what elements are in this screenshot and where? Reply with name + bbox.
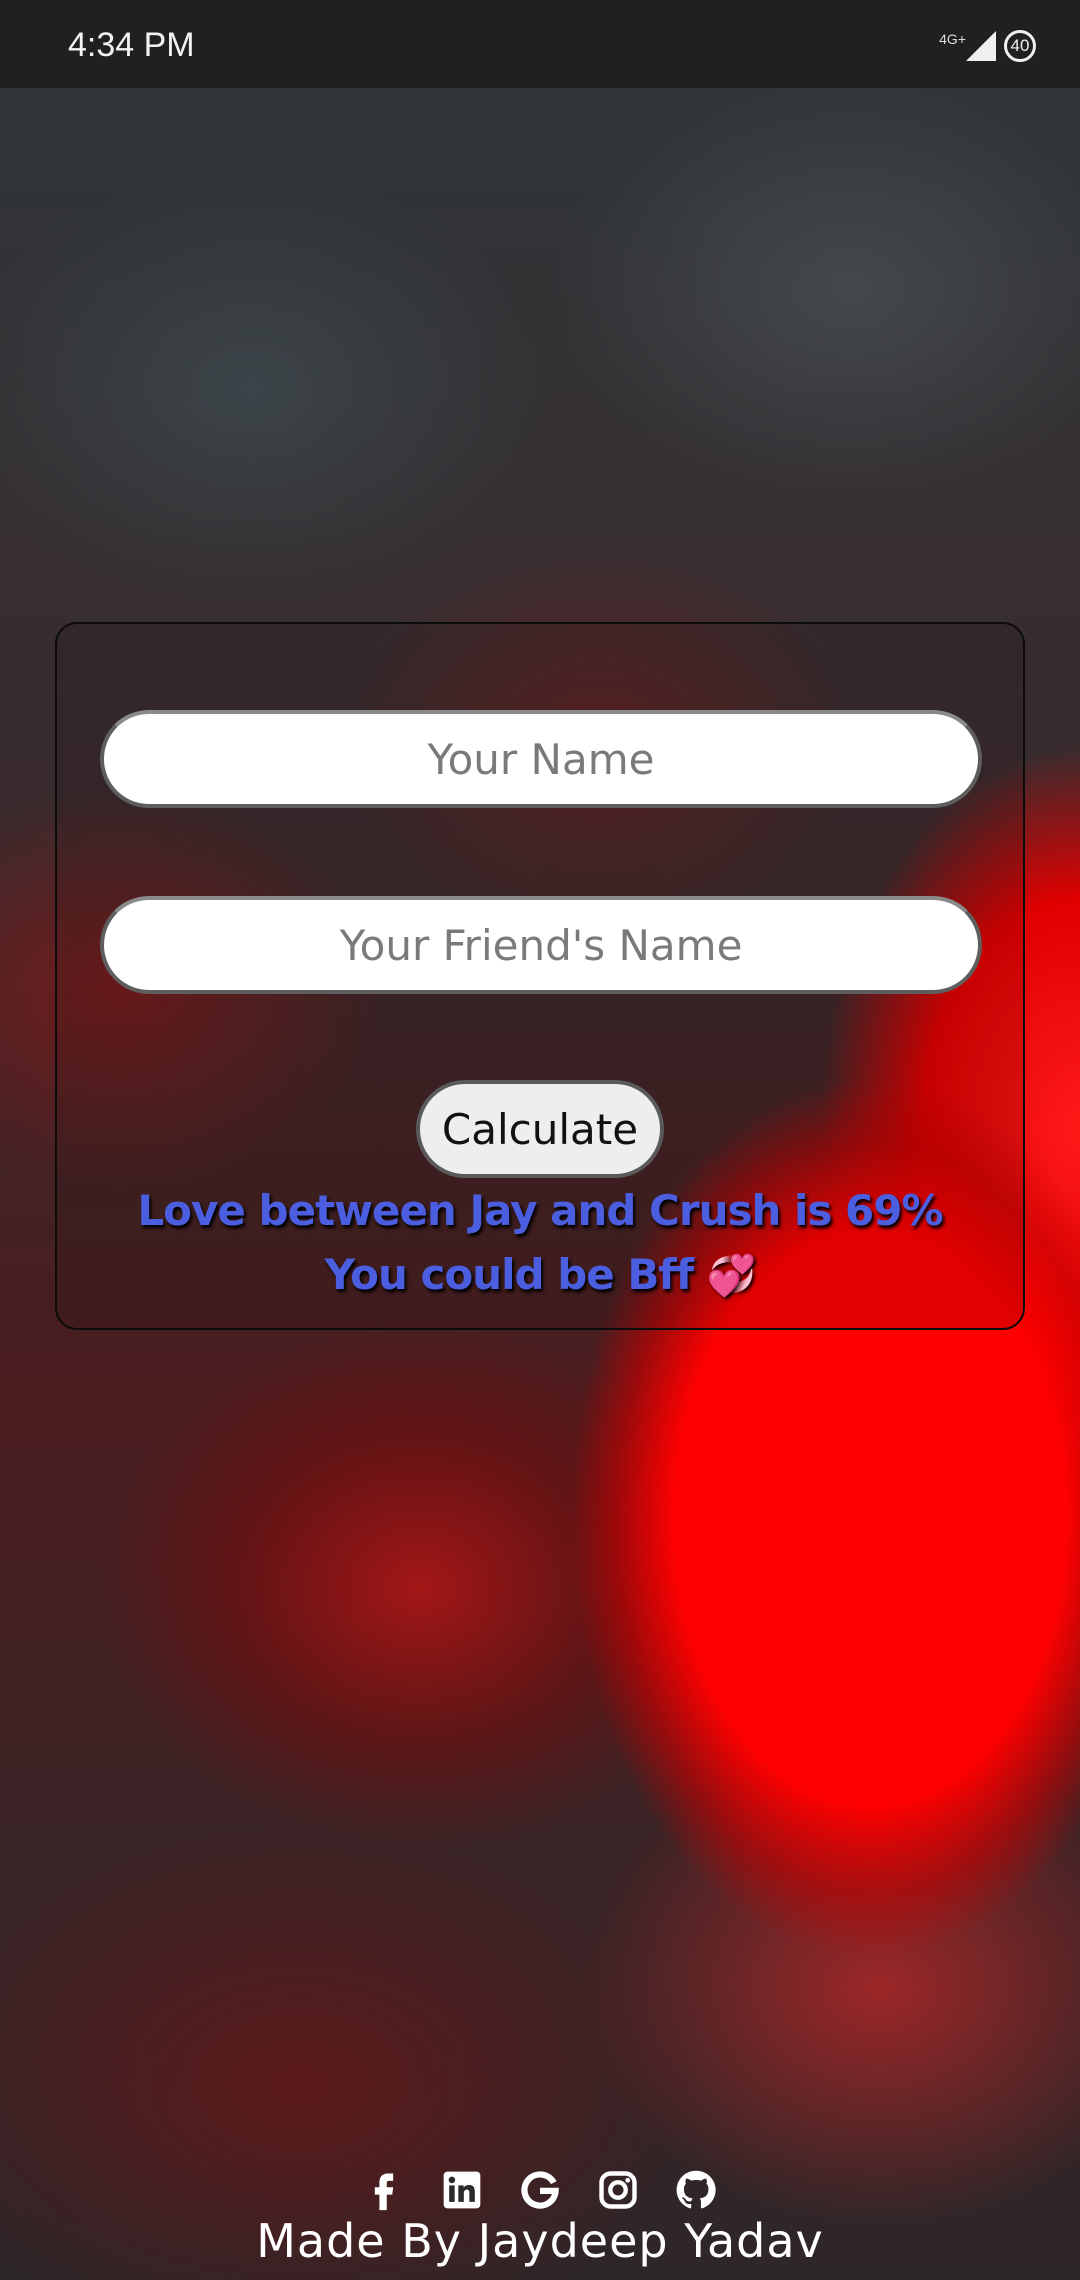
footer-credit: Made By Jaydeep Yadav <box>256 2214 824 2268</box>
facebook-icon[interactable] <box>362 2168 406 2212</box>
battery-icon: 40 <box>1004 30 1036 62</box>
result-verdict-text: You could be Bff <box>324 1250 694 1299</box>
status-time: 4:34 PM <box>68 26 195 64</box>
status-icons: 4G+ 40 <box>939 26 1036 66</box>
calculate-button[interactable]: Calculate <box>416 1080 664 1178</box>
instagram-icon[interactable] <box>596 2168 640 2212</box>
google-icon[interactable] <box>518 2168 562 2212</box>
social-links <box>0 2168 1080 2212</box>
signal-icon <box>966 31 996 61</box>
result-percentage-text: Love between Jay and Crush is 69% <box>137 1186 943 1235</box>
linkedin-icon[interactable] <box>440 2168 484 2212</box>
hearts-emoji: 💞 <box>706 1253 757 1299</box>
your-name-input[interactable] <box>100 710 982 808</box>
result-verdict: You could be Bff 💞 <box>60 1250 1020 1299</box>
github-icon[interactable] <box>674 2168 718 2212</box>
network-type: 4G+ <box>939 31 966 47</box>
friend-name-input[interactable] <box>100 896 982 994</box>
status-bar: 4:34 PM 4G+ 40 <box>0 0 1080 88</box>
